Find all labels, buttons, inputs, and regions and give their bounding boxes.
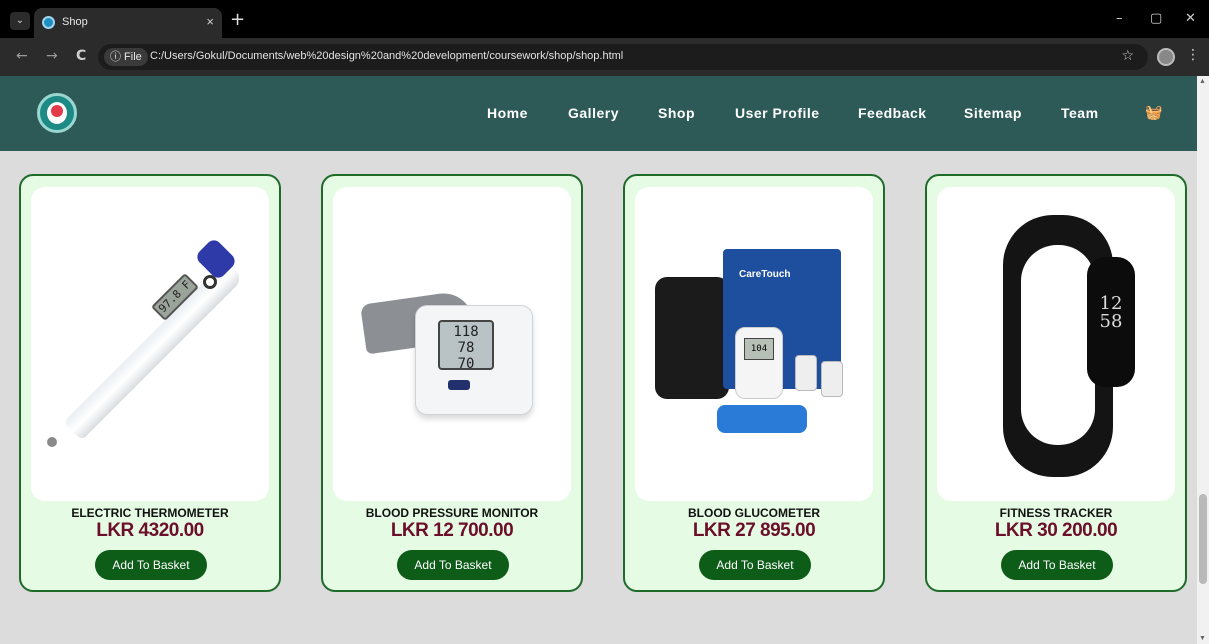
browser-tab-bar: ⌄ Shop × + – ▢ ✕	[0, 0, 1209, 38]
forward-icon[interactable]: →	[46, 48, 58, 64]
scroll-up-icon[interactable]: ▲	[1199, 78, 1206, 85]
nav-link-user-profile[interactable]: User Profile	[735, 105, 820, 121]
browser-tab[interactable]: Shop ×	[34, 8, 222, 38]
product-image-thermometer: 97.8 F	[31, 187, 269, 501]
product-image-fitness-tracker: 12 58	[937, 187, 1175, 501]
new-tab-button[interactable]: +	[230, 9, 245, 30]
thermometer-body	[63, 259, 245, 441]
browser-menu-icon[interactable]: ⋮	[1186, 47, 1200, 63]
add-to-basket-button[interactable]: Add To Basket	[1001, 550, 1113, 580]
basket-icon[interactable]: 🧺	[1145, 105, 1162, 121]
glucometer-box-brand: CareTouch	[739, 269, 791, 280]
bookmark-star-icon[interactable]: ☆	[1121, 48, 1134, 64]
site-logo[interactable]	[37, 93, 77, 133]
tracker-screen: 12 58	[1087, 257, 1135, 387]
product-price: LKR 27 895.00	[692, 520, 816, 541]
product-name: ELECTRIC THERMOMETER	[71, 506, 229, 520]
logo-heart-icon	[51, 105, 63, 117]
back-icon[interactable]: ←	[16, 48, 28, 64]
add-to-basket-button[interactable]: Add To Basket	[397, 550, 509, 580]
nav-link-home[interactable]: Home	[487, 105, 528, 121]
glucometer-display: 104	[744, 338, 774, 360]
scroll-down-icon[interactable]: ▼	[1199, 635, 1206, 642]
nav-link-shop[interactable]: Shop	[658, 105, 695, 121]
address-bar: ← → C ⓘ File C:/Users/Gokul/Documents/we…	[0, 38, 1209, 76]
add-to-basket-button[interactable]: Add To Basket	[699, 550, 811, 580]
nav-link-sitemap[interactable]: Sitemap	[964, 105, 1022, 121]
lancets	[717, 405, 807, 433]
glucometer-case	[655, 277, 729, 399]
page-scrollbar[interactable]: ▲ ▼	[1197, 76, 1209, 644]
product-price: LKR 4320.00	[96, 520, 204, 541]
product-card: CareTouch 104 BLOOD GLUCOMETER LKR 27 89…	[623, 174, 885, 592]
scroll-thumb[interactable]	[1199, 494, 1207, 584]
tab-search-dropdown[interactable]: ⌄	[10, 12, 30, 30]
site-navbar: Home Gallery Shop User Profile Feedback …	[0, 76, 1197, 151]
product-name: BLOOD GLUCOMETER	[688, 506, 820, 520]
bp-display: 118 78 70	[438, 320, 494, 372]
tracker-band-gap	[1021, 245, 1095, 445]
tab-title: Shop	[62, 16, 88, 28]
bp-start-button	[448, 380, 470, 390]
product-card: 118 78 70 BLOOD PRESSURE MONITOR LKR 12 …	[321, 174, 583, 592]
nav-link-feedback[interactable]: Feedback	[858, 105, 927, 121]
tab-close-icon[interactable]: ×	[206, 14, 214, 29]
logo-inner	[47, 102, 67, 124]
product-image-glucometer: CareTouch 104	[635, 187, 873, 501]
test-strip-bottle	[821, 361, 843, 397]
tab-favicon-icon	[42, 16, 55, 29]
product-image-bp-monitor: 118 78 70	[333, 187, 571, 501]
site-info-chip[interactable]: ⓘ File	[104, 48, 148, 66]
minimize-icon[interactable]: –	[1116, 11, 1123, 26]
product-price: LKR 12 700.00	[390, 520, 514, 541]
product-card: 12 58 FITNESS TRACKER LKR 30 200.00 Add …	[925, 174, 1187, 592]
restore-icon[interactable]: ▢	[1150, 11, 1162, 26]
product-card: 97.8 F ELECTRIC THERMOMETER LKR 4320.00 …	[19, 174, 281, 592]
nav-link-team[interactable]: Team	[1061, 105, 1099, 121]
product-name: FITNESS TRACKER	[999, 506, 1113, 520]
url-text[interactable]: C:/Users/Gokul/Documents/web%20design%20…	[150, 50, 623, 62]
thermometer-button	[203, 275, 217, 289]
glucometer-meter: 104	[735, 327, 783, 399]
page-viewport: Home Gallery Shop User Profile Feedback …	[0, 76, 1197, 644]
window-close-icon[interactable]: ✕	[1185, 11, 1196, 26]
thermometer-tip	[47, 437, 57, 447]
bp-unit: 118 78 70	[415, 305, 533, 415]
product-price: LKR 30 200.00	[994, 520, 1118, 541]
profile-avatar-icon[interactable]	[1157, 48, 1175, 66]
test-strip-bottle	[795, 355, 817, 391]
nav-link-gallery[interactable]: Gallery	[568, 105, 619, 121]
reload-icon[interactable]: C	[76, 48, 86, 64]
omnibox[interactable]: ⓘ File C:/Users/Gokul/Documents/web%20de…	[98, 44, 1148, 70]
product-name: BLOOD PRESSURE MONITOR	[365, 506, 539, 520]
add-to-basket-button[interactable]: Add To Basket	[95, 550, 207, 580]
